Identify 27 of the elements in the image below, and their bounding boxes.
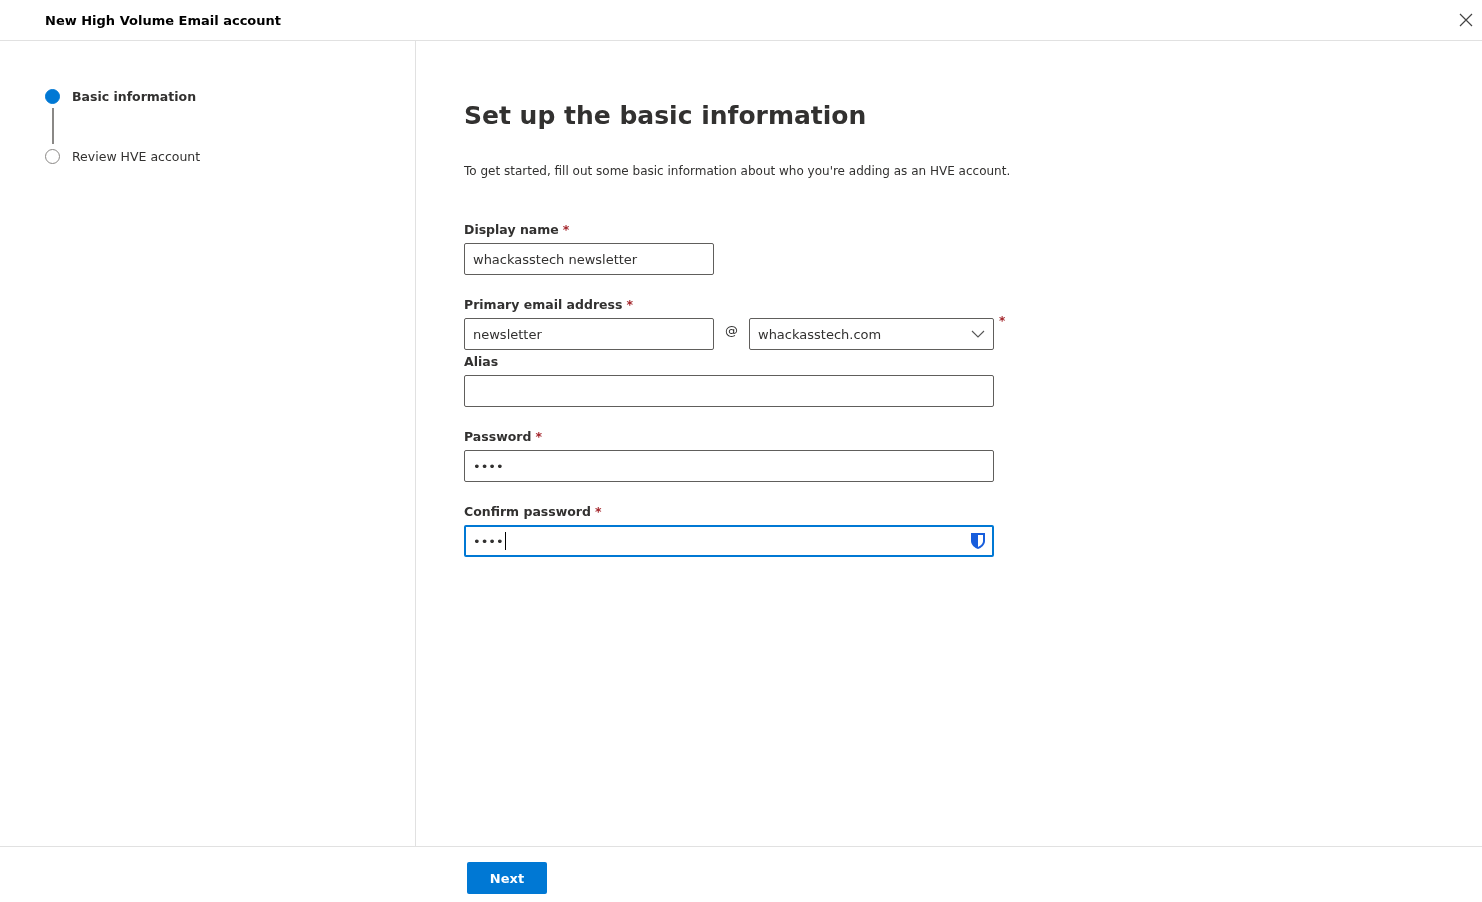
step-connector — [52, 108, 54, 144]
at-sign: @ — [724, 322, 739, 338]
input-field[interactable] — [464, 375, 994, 407]
input-field[interactable]: •••• — [464, 450, 994, 482]
page-heading: Set up the basic information — [464, 101, 868, 130]
field-label: Primary email address — [464, 297, 623, 312]
close-icon[interactable] — [1459, 13, 1473, 27]
input-field[interactable]: newsletter — [464, 318, 714, 350]
window-title: New High Volume Email account — [45, 12, 281, 28]
field-label: Confirm password — [464, 504, 591, 519]
required-mark: * — [562, 222, 570, 237]
field-label: Alias — [464, 354, 499, 369]
shield-icon[interactable] — [970, 532, 986, 550]
required-mark: * — [999, 314, 1006, 328]
step-label[interactable]: Basic information — [72, 88, 197, 104]
required-mark: * — [595, 504, 602, 519]
input-field[interactable]: •••• — [464, 525, 994, 557]
field-label: Password — [464, 429, 532, 444]
required-mark: * — [626, 297, 633, 312]
chevron-down-icon — [971, 330, 985, 338]
next-button[interactable]: Next — [467, 862, 547, 894]
step-label[interactable]: Review HVE account — [72, 148, 201, 164]
input-field[interactable]: whackasstech newsletter — [464, 243, 714, 275]
required-mark: * — [535, 429, 542, 444]
field-label: Display name — [464, 222, 559, 237]
description-text: To get started, fill out some basic information about who you're adding as an HVE account. — [464, 164, 1012, 178]
domain-dropdown[interactable]: whackasstech.com — [749, 318, 994, 350]
